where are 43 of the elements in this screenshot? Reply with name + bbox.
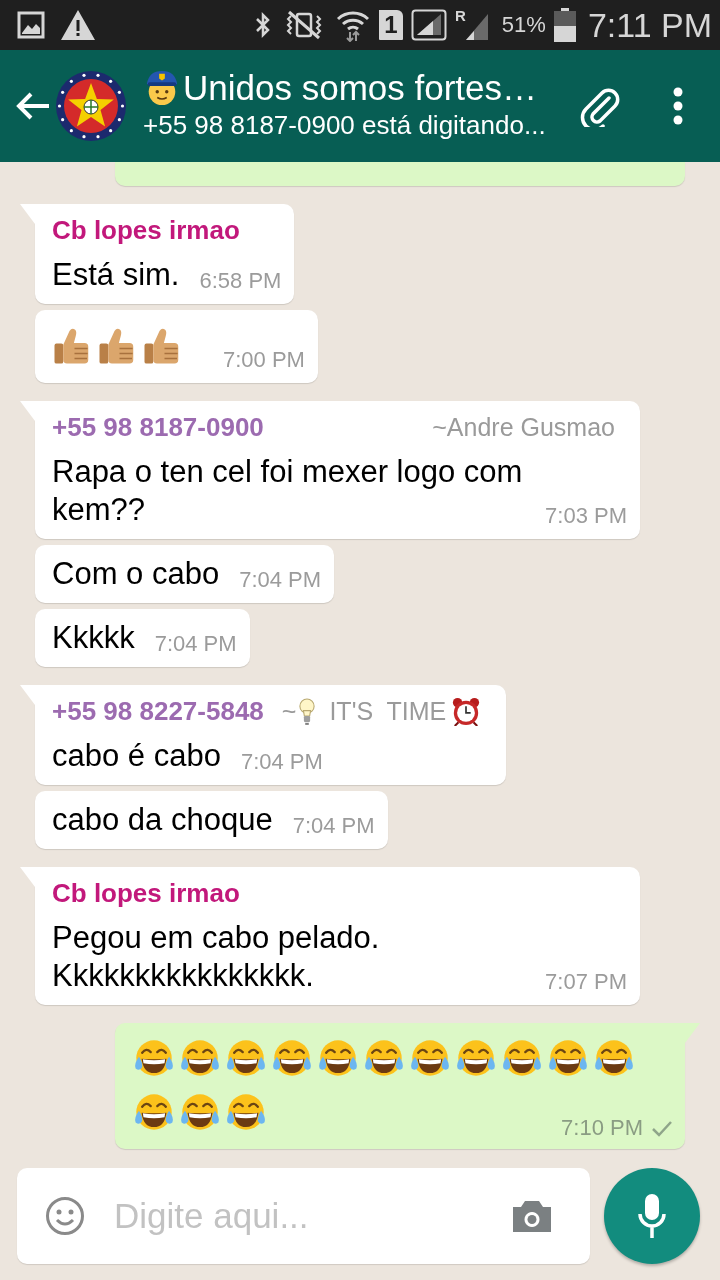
message-time: 7:04 PM <box>292 813 375 839</box>
message-time: 7:07 PM <box>545 969 627 995</box>
message-text: Pegou em cabo pelado. Kkkkkkkkkkkkkkkk. <box>52 919 381 995</box>
battery-icon <box>553 8 576 42</box>
alarm-clock-icon <box>451 696 482 726</box>
sim-card-badge: 1 <box>379 10 403 40</box>
message-input-bar[interactable]: Digite aqui... <box>17 1168 590 1264</box>
message-time: 7:04 PM <box>154 631 237 657</box>
warning-icon <box>60 9 96 41</box>
sender-name: Cb lopes irmao <box>52 877 240 909</box>
contact-push-name: ~Andre Gusmao <box>432 412 615 442</box>
message-text: Rapa o ten cel foi mexer logo com kem?? <box>52 453 524 529</box>
chat-title[interactable]: Unidos somos fortes… <box>183 67 538 109</box>
image-icon <box>17 11 45 39</box>
message-time: 6:58 PM <box>199 268 282 294</box>
star-emblem-avatar-icon[interactable] <box>55 70 127 142</box>
message-input-field[interactable]: Digite aqui... <box>114 1196 482 1236</box>
message-text: Com o cabo <box>52 555 220 593</box>
sender-name: Cb lopes irmao <box>52 214 240 246</box>
message-time: 7:00 PM <box>223 347 305 373</box>
message-text: Kkkkk <box>52 619 135 657</box>
battery-percentage: 51% <box>501 12 546 38</box>
camera-icon[interactable] <box>511 1198 553 1234</box>
contact-push-name: IT'S TIME <box>329 696 447 726</box>
message-text: cabo da choque <box>52 801 273 839</box>
clock-time: 7:11 PM <box>587 5 712 45</box>
more-options-icon[interactable] <box>672 86 684 126</box>
back-arrow-icon[interactable] <box>15 91 51 121</box>
message-time: 7:03 PM <box>545 503 627 529</box>
signal-icon <box>411 9 447 41</box>
message-time: 7:10 PM <box>561 1115 643 1141</box>
microphone-icon <box>637 1192 667 1240</box>
contact-push-name: ~ <box>281 696 297 726</box>
message-text: Está sim. <box>52 256 180 294</box>
lightbulb-icon <box>299 697 316 725</box>
typing-status: +55 98 8187-0900 está digitando... <box>143 109 547 141</box>
sender-name: +55 98 8187-0900 <box>52 411 264 443</box>
message-time: 7:04 PM <box>239 567 322 593</box>
sender-name: +55 98 8227-5848 <box>52 695 264 727</box>
smiley-icon[interactable] <box>45 1196 85 1236</box>
message-time: 7:04 PM <box>240 749 323 775</box>
roaming-indicator: R <box>455 8 466 23</box>
message-text: cabo é cabo <box>52 737 221 775</box>
